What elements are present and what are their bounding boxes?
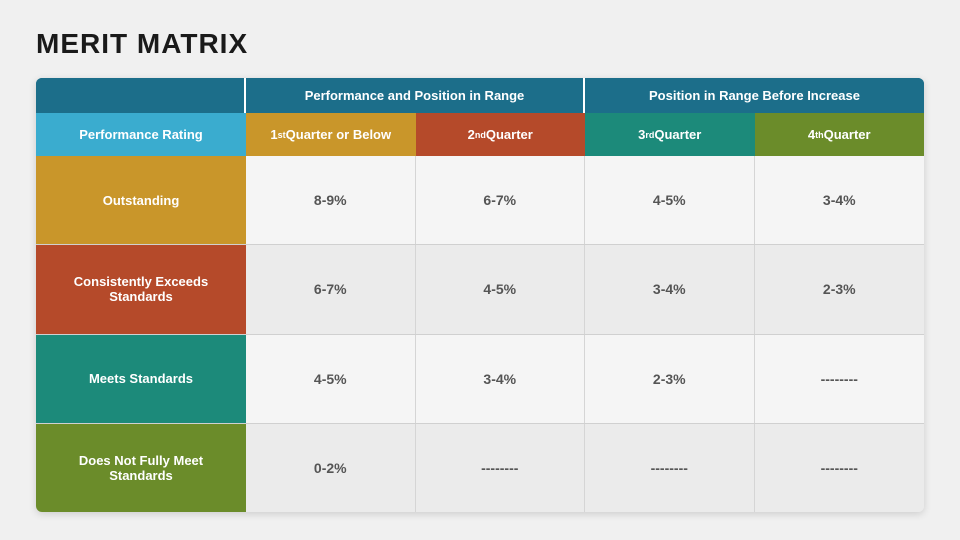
cell-meets-q2: 3-4%	[416, 335, 586, 423]
group-header-perf: Performance and Position in Range	[246, 78, 585, 113]
col-header-q4: 4th Quarter	[755, 113, 925, 156]
cell-meets-q4: --------	[755, 335, 925, 423]
col-header-q2: 2nd Quarter	[416, 113, 586, 156]
row-meets: Meets Standards 4-5% 3-4% 2-3% --------	[36, 335, 924, 424]
group-header-empty	[36, 78, 246, 113]
col-headers: Performance Rating 1st Quarter or Below …	[36, 113, 924, 156]
cell-exceeds-q4: 2-3%	[755, 245, 925, 333]
cell-notmeet-q3: --------	[585, 424, 755, 512]
group-header-row: Performance and Position in Range Positi…	[36, 78, 924, 113]
cell-outstanding-q4: 3-4%	[755, 156, 925, 244]
cell-notmeet-q2: --------	[416, 424, 586, 512]
col-header-q3: 3rd Quarter	[585, 113, 755, 156]
col-header-q1: 1st Quarter or Below	[246, 113, 416, 156]
row-notmeet: Does Not Fully Meet Standards 0-2% -----…	[36, 424, 924, 512]
cell-outstanding-q2: 6-7%	[416, 156, 586, 244]
row-label-outstanding: Outstanding	[36, 156, 246, 244]
row-exceeds: Consistently Exceeds Standards 6-7% 4-5%…	[36, 245, 924, 334]
cell-notmeet-q1: 0-2%	[246, 424, 416, 512]
cell-meets-q3: 2-3%	[585, 335, 755, 423]
cell-exceeds-q1: 6-7%	[246, 245, 416, 333]
merit-matrix: Performance and Position in Range Positi…	[36, 78, 924, 512]
group-header-pos: Position in Range Before Increase	[585, 78, 924, 113]
col-header-performance-rating: Performance Rating	[36, 113, 246, 156]
row-label-notmeet: Does Not Fully Meet Standards	[36, 424, 246, 512]
row-outstanding: Outstanding 8-9% 6-7% 4-5% 3-4%	[36, 156, 924, 245]
cell-meets-q1: 4-5%	[246, 335, 416, 423]
matrix-body: Outstanding 8-9% 6-7% 4-5% 3-4% Consiste…	[36, 156, 924, 512]
page-title: MERIT MATRIX	[36, 28, 924, 60]
cell-outstanding-q3: 4-5%	[585, 156, 755, 244]
row-label-exceeds: Consistently Exceeds Standards	[36, 245, 246, 333]
cell-exceeds-q3: 3-4%	[585, 245, 755, 333]
cell-notmeet-q4: --------	[755, 424, 925, 512]
cell-exceeds-q2: 4-5%	[416, 245, 586, 333]
cell-outstanding-q1: 8-9%	[246, 156, 416, 244]
row-label-meets: Meets Standards	[36, 335, 246, 423]
